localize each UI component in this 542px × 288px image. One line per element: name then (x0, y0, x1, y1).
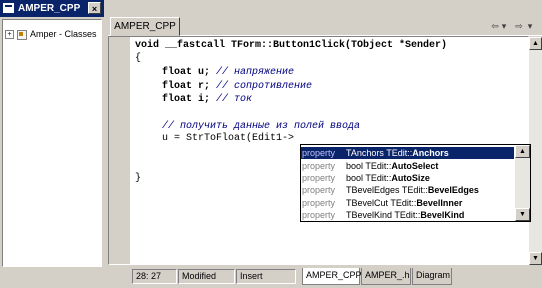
completion-item-name: AutoSize (391, 173, 430, 183)
completion-item[interactable]: property bool TEdit::AutoSelect (301, 160, 514, 172)
completion-item-owner: TEdit:: (401, 185, 428, 195)
completion-item[interactable]: property TAnchors TEdit::Anchors (301, 147, 514, 159)
completion-item-type: TAnchors (346, 148, 384, 158)
completion-item-type: TBevelKind (346, 210, 393, 220)
completion-item-type: TBevelCut (346, 198, 389, 208)
editor-gutter[interactable] (109, 37, 130, 264)
insert-mode-indicator: Insert (236, 269, 296, 284)
completion-item-owner: TEdit:: (365, 173, 392, 183)
completion-item-signature: TBevelCut TEdit::BevelInner (346, 197, 462, 209)
scroll-down-icon[interactable]: ▼ (529, 252, 542, 265)
code-line-3: float u; // напряжение (162, 67, 295, 78)
completion-item[interactable]: property TBevelCut TEdit::BevelInner (301, 197, 514, 209)
completion-item-name: BevelInner (416, 198, 463, 208)
forward-arrow-icon[interactable]: ⇨ (512, 20, 526, 33)
class-tree-item-label: Amper - Classes (30, 29, 97, 39)
class-explorer-titlebar: AMPER_CPP × (0, 0, 104, 17)
completion-scroll-up-icon[interactable]: ▲ (515, 145, 530, 158)
project-icon (17, 29, 27, 40)
completion-item-name: Anchors (412, 148, 449, 158)
completion-item-owner: TEdit:: (394, 210, 421, 220)
completion-item-kind: property (302, 185, 336, 195)
completion-item-name: AutoSelect (391, 161, 439, 171)
completion-item-owner: TEdit:: (365, 161, 392, 171)
completion-item-type: bool (346, 173, 364, 183)
modified-indicator: Modified (178, 269, 235, 284)
completion-item-kind: property (302, 210, 336, 220)
completion-item[interactable]: property TBevelKind TEdit::BevelKind (301, 209, 514, 221)
completion-item-signature: TAnchors TEdit::Anchors (346, 147, 449, 159)
scroll-up-icon[interactable]: ▲ (529, 37, 542, 50)
class-tree-item[interactable]: + Amper - Classes (5, 28, 97, 40)
completion-item-name: BevelKind (420, 210, 465, 220)
completion-item[interactable]: property bool TEdit::AutoSize (301, 172, 514, 184)
completion-item-kind: property (302, 148, 336, 158)
completion-item-name: BevelEdges (427, 185, 479, 195)
completion-item-kind: property (302, 161, 336, 171)
completion-item-signature: TBevelEdges TEdit::BevelEdges (346, 184, 479, 196)
close-icon[interactable]: × (88, 2, 101, 14)
completion-item-kind: property (302, 173, 336, 183)
expand-icon[interactable]: + (5, 30, 14, 40)
code-line-5: float i; // ток (162, 94, 253, 105)
code-line-8: } (135, 173, 142, 184)
completion-scroll-down-icon[interactable]: ▼ (515, 208, 530, 221)
completion-item-kind: property (302, 198, 336, 208)
completion-item-signature: bool TEdit::AutoSelect (346, 160, 438, 172)
bottom-tab-amper-h[interactable]: AMPER_.h (361, 268, 411, 285)
code-line-2: { (135, 53, 142, 64)
code-line-4: float r; // сопротивление (162, 81, 313, 92)
window-icon (3, 3, 14, 13)
code-line-7: u = StrToFloat(Edit1-> (162, 133, 295, 144)
completion-item[interactable]: property TBevelEdges TEdit::BevelEdges (301, 184, 514, 196)
back-dropdown-icon[interactable]: ▾ (500, 20, 508, 33)
status-bar: 28: 27 Modified Insert AMPER_CPP AMPER_.… (108, 265, 542, 288)
cursor-position: 28: 27 (132, 269, 177, 284)
bottom-tab-diagram[interactable]: Diagram (412, 268, 452, 285)
forward-dropdown-icon[interactable]: ▾ (526, 20, 534, 33)
completion-item-owner: TEdit:: (390, 198, 417, 208)
code-line-1: void __fastcall TForm::Button1Click(TObj… (135, 40, 448, 51)
window-title: AMPER_CPP (18, 3, 81, 14)
bottom-tab-amper-cpp[interactable]: AMPER_CPP (302, 268, 362, 285)
completion-item-type: TBevelEdges (346, 185, 400, 195)
tab-amper-cpp[interactable]: AMPER_CPP (110, 17, 180, 36)
completion-item-signature: TBevelKind TEdit::BevelKind (346, 209, 464, 221)
completion-scrollbar[interactable]: ▲ ▼ (515, 145, 530, 221)
completion-item-type: bool (346, 161, 364, 171)
class-explorer-panel (2, 19, 102, 267)
completion-item-signature: bool TEdit::AutoSize (346, 172, 430, 184)
completion-item-owner: TEdit:: (386, 148, 413, 158)
